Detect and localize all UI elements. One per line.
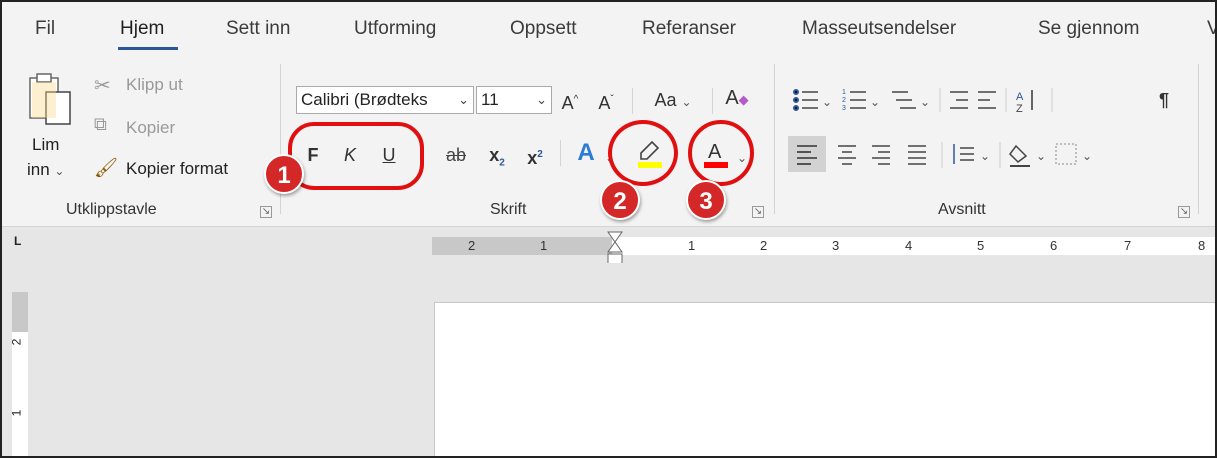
- group-divider: [774, 64, 775, 214]
- callout-ring-2: [608, 120, 678, 186]
- svg-text:⌄: ⌄: [1082, 149, 1092, 163]
- ruler-label: 5: [977, 238, 985, 253]
- clear-formatting-icon: A◆: [725, 87, 749, 109]
- svg-text:⌄: ⌄: [920, 95, 930, 109]
- tab-selector-icon[interactable]: L: [14, 234, 21, 248]
- paragraph-icons-row-2: ⌄ ⌄ ⌄: [838, 142, 1092, 168]
- align-left-button[interactable]: [788, 136, 826, 172]
- tab-sett-inn[interactable]: Sett inn: [226, 18, 290, 40]
- font-size-combo[interactable]: 11 ⌄: [476, 86, 552, 114]
- svg-text:2: 2: [842, 97, 846, 104]
- subscript-button[interactable]: x2: [484, 141, 510, 169]
- paragraph-row-1: ⌄ 123 ⌄ ⌄ AZ: [790, 84, 1180, 116]
- document-page[interactable]: [434, 302, 1215, 456]
- superscript-button[interactable]: x2: [522, 141, 548, 169]
- chevron-down-icon: ⌄: [681, 95, 692, 109]
- paragraph-row-2: ⌄ ⌄ ⌄: [832, 136, 1172, 172]
- callout-ring-3: [688, 120, 754, 186]
- svg-text:⌄: ⌄: [870, 95, 880, 109]
- vertical-ruler-margin: [12, 292, 28, 332]
- format-painter-icon: 🖌: [94, 158, 119, 179]
- chevron-down-icon: ⌄: [54, 164, 65, 178]
- paste-button[interactable]: [26, 72, 74, 132]
- ruler-label: 7: [1124, 238, 1132, 253]
- tab-visning[interactable]: V: [1207, 18, 1215, 40]
- tab-se-gjennom[interactable]: Se gjennom: [1038, 18, 1139, 40]
- paste-label[interactable]: Lim: [32, 135, 59, 155]
- svg-text:1: 1: [842, 89, 846, 96]
- svg-text:A: A: [1016, 91, 1024, 103]
- align-left-icon: [797, 145, 817, 165]
- change-case-button[interactable]: Aa ⌄: [644, 86, 702, 114]
- text-effects-icon[interactable]: A: [570, 139, 602, 167]
- word-window: Fil Hjem Sett inn Utforming Oppsett Refe…: [0, 0, 1217, 458]
- strikethrough-button[interactable]: ab: [440, 141, 472, 169]
- divider: [560, 140, 561, 166]
- font-name-value: Calibri (Brødteks: [301, 90, 428, 109]
- change-case-label: Aa: [654, 90, 677, 110]
- tab-hjem[interactable]: Hjem: [120, 18, 164, 40]
- format-painter-button[interactable]: Kopier format: [126, 159, 228, 179]
- active-tab-indicator: [118, 47, 178, 50]
- vruler-label: 2: [9, 338, 24, 346]
- ruler-label: 8: [1198, 238, 1206, 253]
- group-label-clipboard: Utklippstavle: [66, 201, 157, 218]
- paste-label-2[interactable]: inn ⌄: [27, 160, 64, 180]
- font-size-value: 11: [481, 90, 499, 109]
- paragraph-icons-row-1: ⌄ 123 ⌄ ⌄ AZ: [793, 88, 1053, 115]
- ruler-label: 3: [832, 238, 840, 253]
- callout-badge-3: 3: [686, 180, 726, 220]
- svg-text:Z: Z: [1016, 103, 1023, 115]
- ruler-label: 2: [468, 238, 476, 253]
- font-name-combo[interactable]: Calibri (Brødteks ⌄: [296, 86, 474, 114]
- ruler-label: 6: [1050, 238, 1058, 253]
- chevron-down-icon: ⌄: [458, 92, 469, 107]
- tab-masseutsendelser[interactable]: Masseutsendelser: [802, 18, 956, 40]
- callout-badge-1: 1: [264, 154, 304, 194]
- ruler-label: 2: [760, 238, 768, 253]
- font-launcher-icon[interactable]: ↘: [752, 206, 764, 218]
- shrink-font-button[interactable]: Aˇ: [594, 86, 618, 114]
- tab-utforming[interactable]: Utforming: [354, 18, 436, 40]
- callout-badge-2: 2: [600, 180, 640, 220]
- divider: [712, 88, 713, 114]
- group-divider: [1198, 64, 1199, 214]
- clipboard-launcher-icon[interactable]: ↘: [260, 206, 272, 218]
- tab-fil[interactable]: Fil: [35, 18, 55, 40]
- group-label-paragraph: Avsnitt: [938, 201, 986, 218]
- svg-text:3: 3: [842, 105, 846, 112]
- ruler-label: 1: [540, 238, 548, 253]
- show-formatting-button[interactable]: ¶: [1152, 86, 1176, 114]
- ribbon-tabs: Fil Hjem Sett inn Utforming Oppsett Refe…: [2, 2, 1215, 54]
- svg-text:⌄: ⌄: [980, 149, 990, 163]
- paragraph-launcher-icon[interactable]: ↘: [1178, 206, 1190, 218]
- ruler-label: 4: [905, 238, 913, 253]
- copy-icon: ⧉: [94, 114, 107, 134]
- ruler-label: 1: [688, 238, 696, 253]
- copy-button[interactable]: Kopier: [126, 118, 175, 138]
- cut-button[interactable]: Klipp ut: [126, 75, 183, 95]
- tab-oppsett[interactable]: Oppsett: [510, 18, 577, 40]
- vruler-label: 1: [9, 409, 24, 417]
- chevron-down-icon: ⌄: [536, 92, 547, 107]
- ruler-margin-left: [432, 237, 612, 255]
- paste-icon: [29, 73, 71, 125]
- divider: [632, 88, 633, 114]
- grow-font-button[interactable]: A^: [558, 86, 582, 114]
- tab-referanser[interactable]: Referanser: [642, 18, 736, 40]
- callout-ring-1: [288, 122, 424, 190]
- cut-icon: ✂: [94, 75, 111, 97]
- clear-formatting-button[interactable]: A◆: [722, 84, 752, 112]
- svg-text:⌄: ⌄: [822, 95, 832, 109]
- svg-text:⌄: ⌄: [1036, 149, 1046, 163]
- group-label-font: Skrift: [490, 201, 527, 218]
